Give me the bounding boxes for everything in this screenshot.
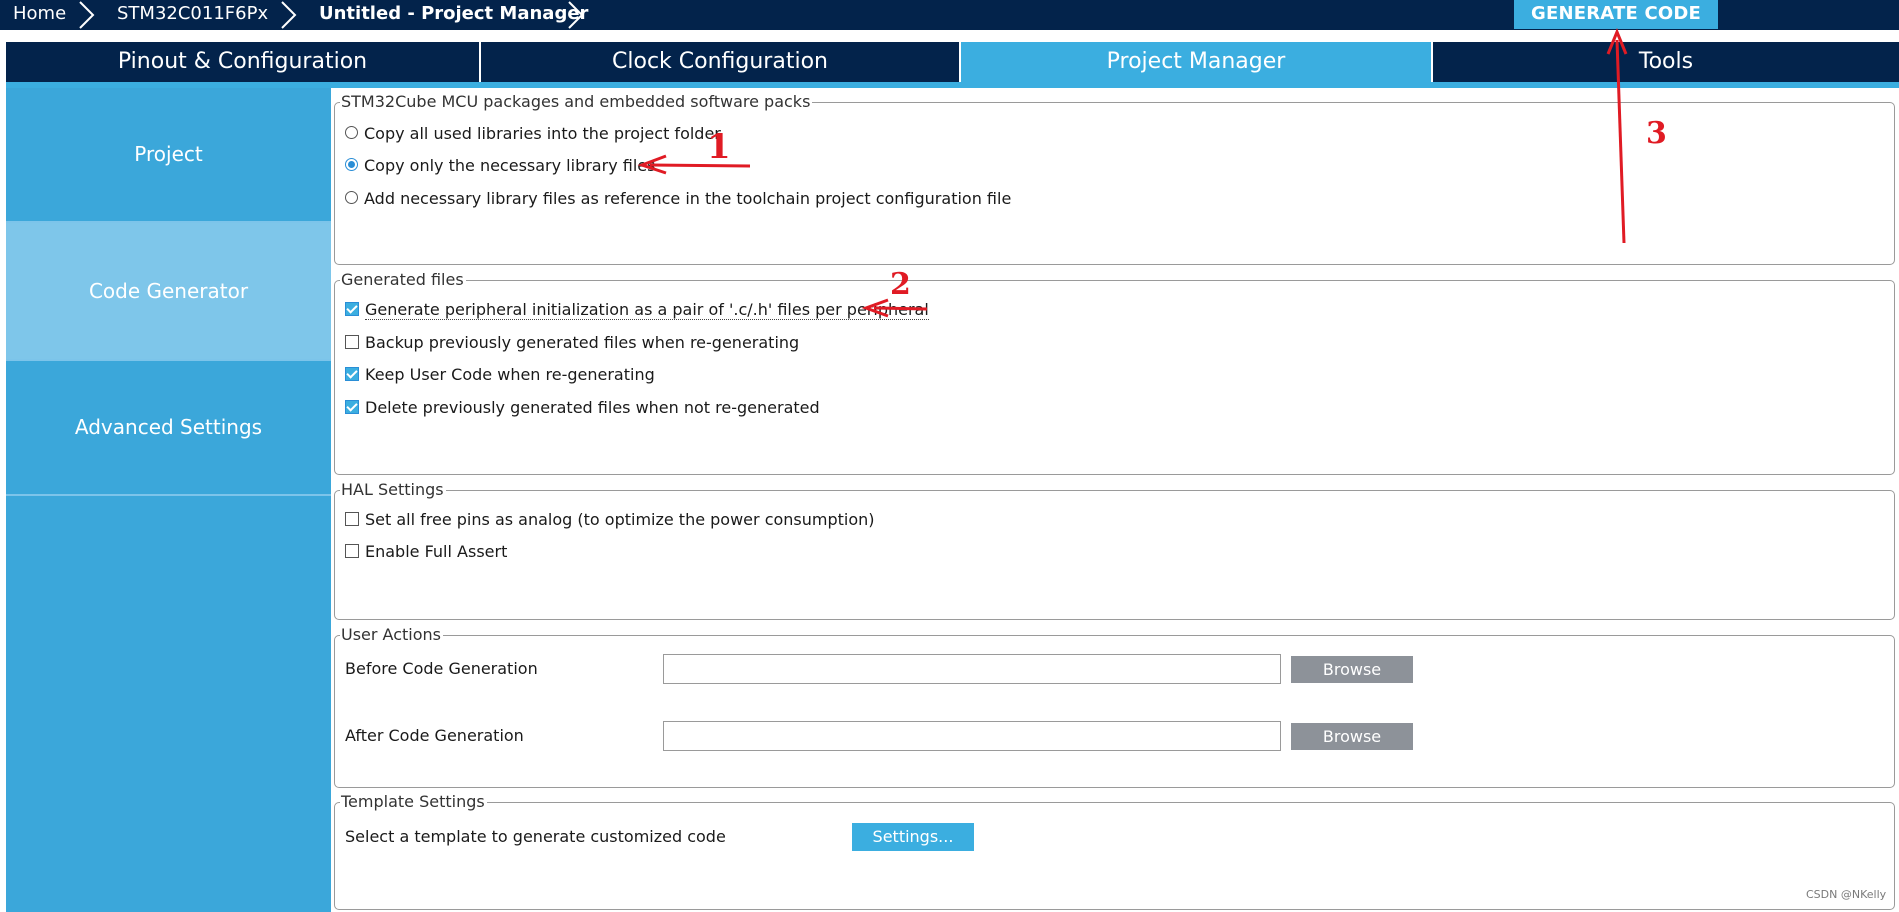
after-code-generation-label: After Code Generation [345,726,524,745]
checkbox-free-pins-analog[interactable]: Set all free pins as analog (to optimize… [345,509,875,531]
generated-files-group: Generated files Generate peripheral init… [334,270,1895,475]
option-label: Add necessary library files as reference… [364,189,1012,208]
option-label: Backup previously generated files when r… [365,333,800,352]
checkbox-generate-peripheral-pairs[interactable]: Generate peripheral initialization as a … [345,299,929,321]
checkbox-checked[interactable] [345,366,359,381]
radio-button[interactable] [345,191,358,204]
radio-copy-necessary-libraries[interactable]: Copy only the necessary library files [345,155,655,177]
checkbox-enable-full-assert[interactable]: Enable Full Assert [345,541,507,563]
template-description: Select a template to generate customized… [345,827,726,846]
tab-tools[interactable]: Tools [1433,42,1899,82]
checkbox[interactable] [345,543,359,558]
template-settings-button[interactable]: Settings... [852,823,974,851]
radio-button-selected[interactable] [345,158,358,171]
sidebar-item-advanced-settings[interactable]: Advanced Settings [6,361,331,496]
option-label: Delete previously generated files when n… [365,398,820,417]
template-settings-group: Template Settings Select a template to g… [334,792,1895,910]
before-code-generation-label: Before Code Generation [345,659,538,678]
radio-button[interactable] [345,126,358,139]
breadcrumb-project[interactable]: Untitled - Project Manager [319,0,588,30]
option-label: Copy only the necessary library files [364,156,656,175]
sidebar-item-project[interactable]: Project [6,88,331,223]
packages-legend: STM32Cube MCU packages and embedded soft… [340,92,813,112]
checkbox-backup-generated-files[interactable]: Backup previously generated files when r… [345,332,799,354]
main-tabs: Pinout & Configuration Clock Configurati… [6,42,1899,82]
option-label: Enable Full Assert [365,542,508,561]
tab-project-manager[interactable]: Project Manager [961,42,1431,82]
tab-clock-configuration[interactable]: Clock Configuration [481,42,959,82]
checkbox-checked[interactable] [345,399,359,414]
template-settings-legend: Template Settings [340,792,487,812]
generated-files-legend: Generated files [340,270,466,290]
user-actions-group: User Actions Before Code Generation Brow… [334,625,1895,788]
option-label: Generate peripheral initialization as a … [365,300,929,320]
chevron-right-icon [568,1,584,29]
option-label: Set all free pins as analog (to optimize… [365,510,875,529]
sidebar-item-code-generator[interactable]: Code Generator [6,223,331,361]
checkbox-keep-user-code[interactable]: Keep User Code when re-generating [345,364,655,386]
browse-after-button[interactable]: Browse [1291,723,1413,750]
checkbox[interactable] [345,334,359,349]
browse-before-button[interactable]: Browse [1291,656,1413,683]
radio-add-as-reference[interactable]: Add necessary library files as reference… [345,188,1011,210]
watermark: CSDN @NKelly [1806,888,1887,901]
checkbox[interactable] [345,511,359,526]
breadcrumb: Home STM32C011F6Px Untitled - Project Ma… [0,0,1899,30]
checkbox-delete-previously-generated[interactable]: Delete previously generated files when n… [345,397,820,419]
option-label: Copy all used libraries into the project… [364,124,721,143]
option-label: Keep User Code when re-generating [365,365,655,384]
generate-code-button[interactable]: GENERATE CODE [1514,0,1718,29]
checkbox-checked[interactable] [345,301,359,316]
hal-settings-legend: HAL Settings [340,480,446,500]
before-code-generation-input[interactable] [663,654,1281,684]
breadcrumb-device[interactable]: STM32C011F6Px [117,0,268,30]
user-actions-legend: User Actions [340,625,443,645]
chevron-right-icon [281,1,297,29]
tab-pinout-configuration[interactable]: Pinout & Configuration [6,42,479,82]
packages-group: STM32Cube MCU packages and embedded soft… [334,92,1895,265]
chevron-right-icon [79,1,95,29]
radio-copy-all-libraries[interactable]: Copy all used libraries into the project… [345,123,721,145]
after-code-generation-input[interactable] [663,721,1281,751]
hal-settings-group: HAL Settings Set all free pins as analog… [334,480,1895,620]
sidebar: Project Code Generator Advanced Settings [6,88,331,912]
breadcrumb-home[interactable]: Home [13,0,66,30]
